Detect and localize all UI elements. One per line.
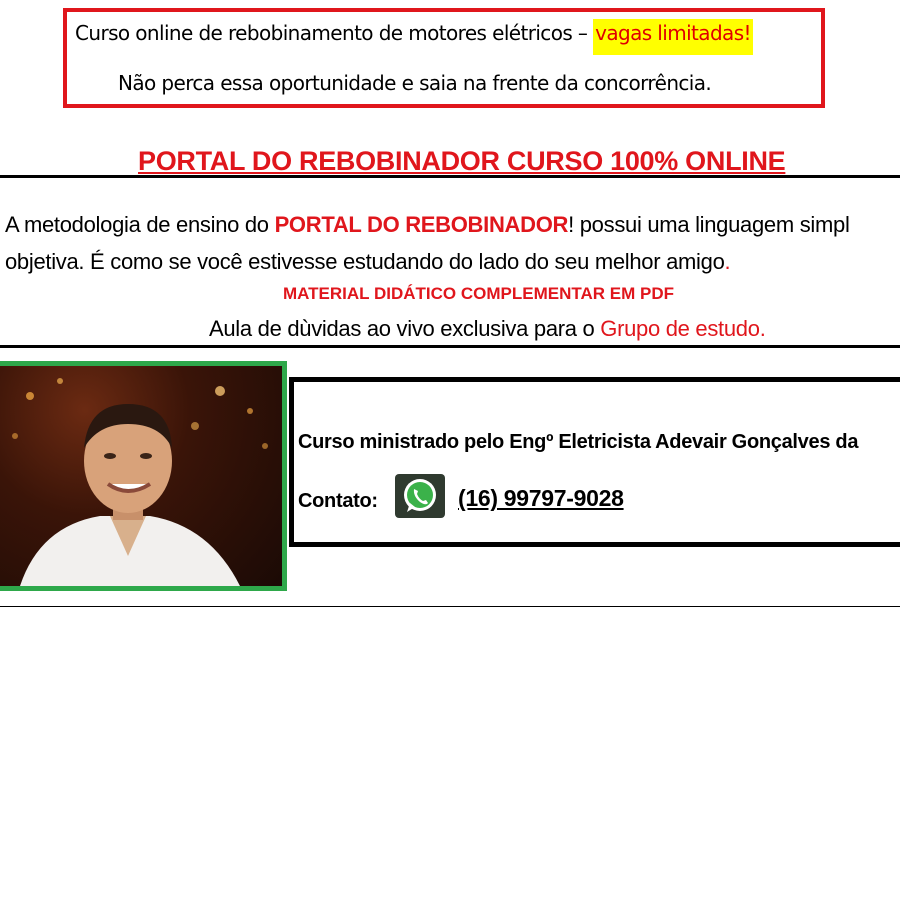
instructor-info-box bbox=[289, 377, 900, 547]
live-class-text: Aula de dùvidas ao vivo exclusiva para o bbox=[209, 316, 601, 341]
whatsapp-icon[interactable] bbox=[395, 474, 445, 518]
limited-spots-highlight: vagas limitadas! bbox=[593, 19, 753, 55]
material-heading: MATERIAL DIDÁTICO COMPLEMENTAR EM PDF bbox=[283, 284, 674, 303]
instructor-portrait bbox=[12, 378, 268, 586]
description-text: A metodologia de ensino do bbox=[5, 212, 275, 237]
divider-bottom bbox=[0, 606, 900, 607]
description-text-2: objetiva. É como se você estivesse estud… bbox=[5, 249, 725, 274]
divider-top bbox=[0, 175, 900, 178]
brand-name: PORTAL DO REBOBINADOR bbox=[274, 212, 569, 237]
notice-line-1: Curso online de rebobinamento de motores… bbox=[75, 19, 753, 55]
phone-number[interactable]: (16) 99797-9028 bbox=[458, 485, 624, 512]
divider-middle bbox=[0, 345, 900, 348]
contact-label: Contato: bbox=[298, 490, 378, 512]
description-line-2: objetiva. É como se você estivesse estud… bbox=[5, 249, 731, 275]
description-text-cont: ! possui uma linguagem simpl bbox=[568, 212, 850, 237]
live-class-period: . bbox=[759, 316, 766, 341]
notice-text: Curso online de rebobinamento de motores… bbox=[75, 21, 594, 45]
instructor-text: Curso ministrado pelo Engº Eletricista A… bbox=[298, 431, 859, 453]
study-group-link[interactable]: Grupo de estudo bbox=[600, 316, 760, 341]
notice-line-2: Não perca essa oportunidade e saia na fr… bbox=[118, 71, 712, 95]
live-class-line: Aula de dùvidas ao vivo exclusiva para o… bbox=[209, 316, 766, 342]
page-title: PORTAL DO REBOBINADOR CURSO 100% ONLINE bbox=[138, 146, 786, 176]
description-period: . bbox=[724, 249, 731, 274]
instructor-photo bbox=[0, 361, 287, 591]
description-line-1: A metodologia de ensino do PORTAL DO REB… bbox=[5, 212, 850, 238]
